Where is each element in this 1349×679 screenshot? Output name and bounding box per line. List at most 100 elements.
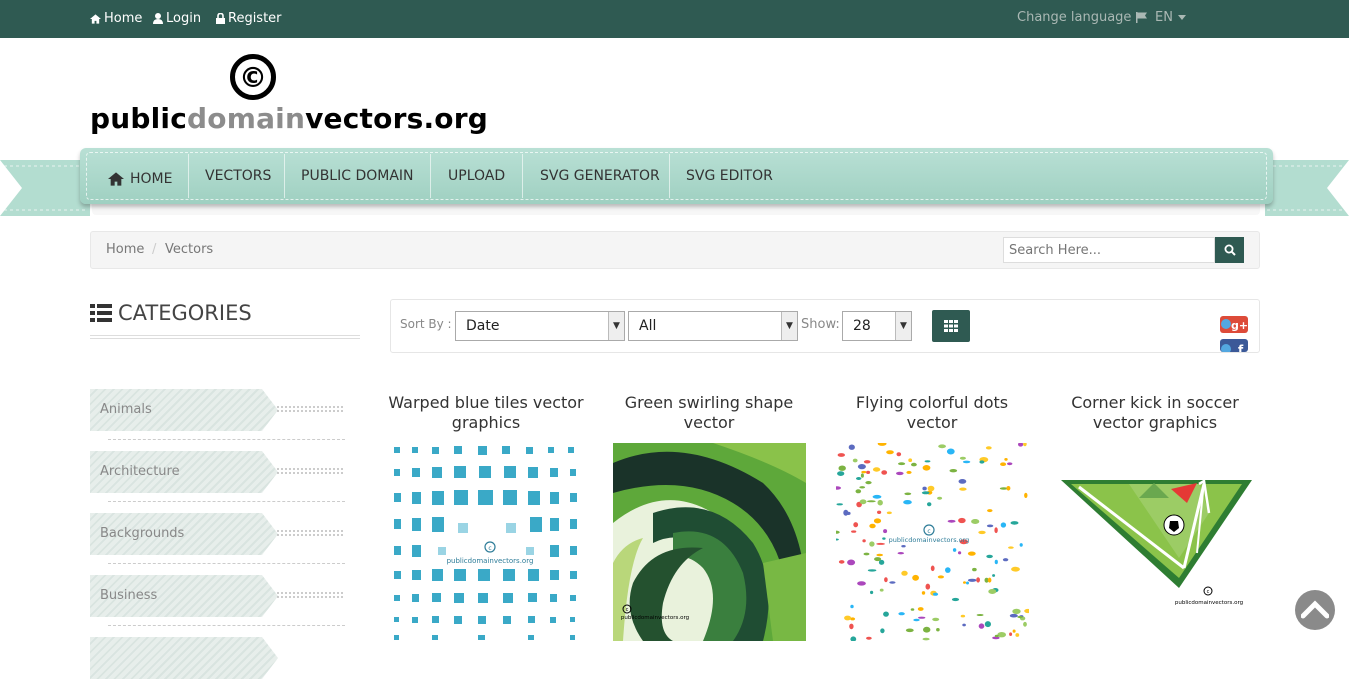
- category-dots: [276, 467, 344, 475]
- nav-svg-editor[interactable]: SVG EDITOR: [686, 168, 773, 184]
- category-label: Animals: [100, 402, 152, 417]
- item-thumbnail-3[interactable]: c publicdomainvectors.org: [836, 443, 1029, 641]
- dot: [994, 634, 999, 638]
- dot: [1002, 558, 1009, 562]
- dot: [1009, 613, 1018, 618]
- search-input[interactable]: [1003, 237, 1215, 263]
- dot: [898, 462, 906, 466]
- dot: [910, 608, 915, 611]
- item-thumbnail-4[interactable]: c publicdomainvectors.org: [1059, 443, 1252, 641]
- dot: [959, 487, 967, 491]
- divider: [108, 501, 345, 502]
- dot: [922, 637, 930, 641]
- category-item-business[interactable]: Business: [90, 575, 345, 626]
- home-icon: [90, 13, 101, 24]
- nav-vectors[interactable]: VECTORS: [205, 168, 271, 184]
- dot: [945, 567, 951, 573]
- google-plus-icon[interactable]: g+: [1220, 316, 1248, 333]
- dot: [932, 617, 940, 622]
- language-value: EN: [1155, 10, 1173, 25]
- caret-down-icon: [1177, 15, 1186, 20]
- dot: [889, 581, 896, 584]
- dot: [865, 481, 872, 485]
- dot: [848, 444, 855, 450]
- dot: [837, 471, 845, 476]
- top-home-label: Home: [104, 11, 143, 26]
- category-tag: [90, 637, 278, 679]
- green-swirl-image: c publicdomainvectors.org: [613, 443, 806, 641]
- dot: [863, 460, 871, 464]
- nav-public-domain[interactable]: PUBLIC DOMAIN: [301, 168, 414, 184]
- top-home-link[interactable]: Home: [90, 11, 142, 26]
- dot: [994, 559, 998, 565]
- nav-home[interactable]: HOME: [108, 171, 172, 187]
- dot: [852, 458, 858, 463]
- dot: [967, 578, 977, 582]
- item-title-3[interactable]: Flying colorful dots vector: [832, 393, 1032, 433]
- facebook-icon[interactable]: f: [1220, 339, 1248, 352]
- svg-text:c: c: [927, 528, 930, 535]
- dot: [886, 511, 892, 515]
- dot: [883, 529, 888, 534]
- dot: [838, 560, 845, 564]
- dot: [984, 621, 991, 628]
- dot: [882, 537, 886, 540]
- breadcrumb-home[interactable]: Home: [106, 242, 144, 257]
- dot: [986, 524, 994, 528]
- dot: [976, 614, 984, 616]
- dot: [851, 530, 857, 533]
- dot: [1017, 615, 1023, 619]
- register-link[interactable]: Register: [216, 11, 282, 26]
- category-label: Architecture: [100, 464, 180, 479]
- dot: [870, 590, 874, 595]
- nav-svg-generator[interactable]: SVG GENERATOR: [540, 168, 660, 184]
- dot: [877, 510, 882, 514]
- item-title-2[interactable]: Green swirling shape vector: [609, 393, 809, 433]
- search-button[interactable]: [1215, 237, 1244, 263]
- svg-text:c: c: [1207, 589, 1210, 595]
- category-item-partial[interactable]: [90, 637, 345, 679]
- sort-select[interactable]: Date ▼: [455, 311, 625, 341]
- nav-vectors-label: VECTORS: [205, 168, 272, 184]
- dot: [923, 626, 931, 633]
- category-item-backgrounds[interactable]: Backgrounds: [90, 513, 345, 564]
- dot: [932, 592, 939, 596]
- category-item-animals[interactable]: Animals: [90, 389, 345, 440]
- dot: [997, 632, 1006, 638]
- dot: [925, 583, 931, 590]
- category-item-architecture[interactable]: Architecture: [90, 451, 345, 502]
- dot: [853, 522, 859, 528]
- dot: [837, 453, 845, 457]
- site-logo[interactable]: © publicdomainvectors.org: [90, 52, 488, 138]
- nav-upload[interactable]: UPLOAD: [448, 168, 505, 184]
- dot: [921, 491, 930, 495]
- show-count-select[interactable]: 28 ▼: [842, 311, 912, 341]
- dot: [994, 527, 998, 534]
- item-thumbnail-2[interactable]: c publicdomainvectors.org: [613, 443, 806, 641]
- dot: [896, 452, 902, 457]
- item-title-4[interactable]: Corner kick in soccer vector graphics: [1055, 393, 1255, 433]
- dot: [901, 570, 908, 576]
- language-dropdown[interactable]: EN: [1155, 10, 1186, 25]
- dot: [906, 470, 912, 474]
- dot: [857, 464, 866, 470]
- item-thumbnail-1[interactable]: c publicdomainvectors.org: [390, 443, 583, 641]
- dot: [897, 552, 904, 555]
- lock-icon: [216, 13, 225, 24]
- svg-text:c: c: [626, 607, 629, 613]
- ribbon-left-tail: [0, 160, 90, 216]
- login-link[interactable]: Login: [153, 11, 201, 26]
- scroll-to-top-button[interactable]: [1295, 590, 1335, 630]
- dot: [1008, 546, 1014, 549]
- category-filter-select[interactable]: All ▼: [628, 311, 798, 341]
- dot: [962, 623, 966, 627]
- register-label: Register: [228, 11, 282, 26]
- item-title-1[interactable]: Warped blue tiles vector graphics: [386, 393, 586, 433]
- nav-separator: [284, 154, 285, 198]
- grid-view-button[interactable]: [932, 310, 970, 342]
- dot: [872, 467, 881, 472]
- soccer-corner-image: c publicdomainvectors.org: [1059, 443, 1252, 641]
- dot: [855, 489, 862, 494]
- dot: [986, 554, 993, 559]
- divider: [90, 338, 360, 339]
